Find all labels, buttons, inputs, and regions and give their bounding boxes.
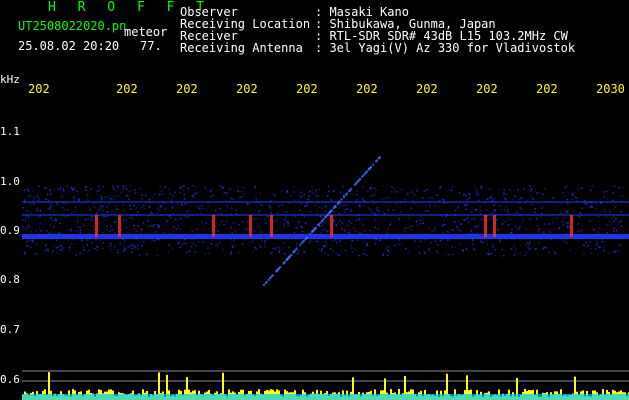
y-tick-0-8: 0.8 (0, 273, 20, 286)
event-count: 77. (140, 39, 162, 53)
power-trace (22, 372, 629, 400)
time-tick-5: 202 (296, 82, 318, 96)
date-time: 25.08.02 20:20 (18, 39, 120, 53)
time-tick-2: 202 (116, 82, 138, 96)
antenna-value: : 3el Yagi(V) Az 330 for Vladivostok (315, 41, 576, 55)
spectrogram (22, 156, 629, 400)
y-tick-0-6: 0.6 (0, 373, 20, 386)
time-tick-6: 202 (356, 82, 378, 96)
antenna-label: Receiving Antenna (180, 41, 303, 55)
carrier-line (22, 201, 629, 203)
time-tick-4: 202 (236, 82, 258, 96)
time-tick-8: 202 (476, 82, 498, 96)
time-tick-7: 202 (416, 82, 438, 96)
type-label: meteor (124, 25, 168, 39)
file-name: UT2508022020.pn (18, 19, 127, 33)
y-tick-1-0: 1.0 (0, 175, 20, 188)
y-tick-1-1: 1.1 (0, 125, 20, 138)
time-tick-10: 2030 (596, 82, 625, 96)
noise-speckles (22, 156, 624, 286)
time-tick-9: 202 (536, 82, 558, 96)
y-tick-0-9: 0.9 (0, 224, 20, 237)
y-axis-unit: kHz (0, 73, 20, 86)
time-tick-3: 202 (176, 82, 198, 96)
y-tick-0-7: 0.7 (0, 323, 20, 336)
time-tick-1: 202 (28, 82, 50, 96)
